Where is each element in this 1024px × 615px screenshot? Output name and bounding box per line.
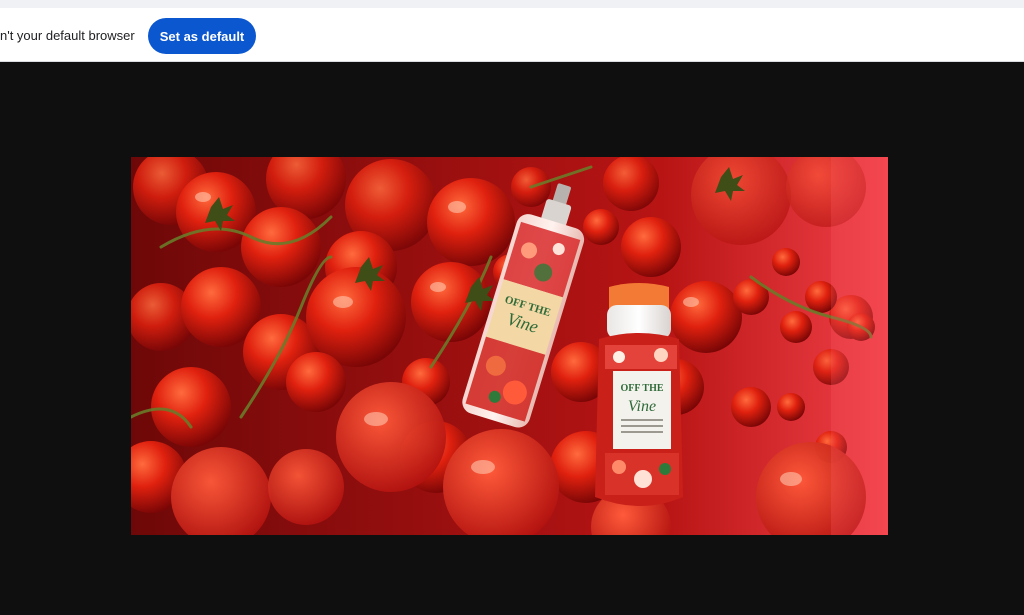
tomato-photo-graphic: OFF THE Vine OFF THE Vine [131, 157, 888, 535]
infobar-message: n't your default browser [0, 28, 135, 43]
svg-text:Vine: Vine [628, 398, 656, 415]
image-viewer: OFF THE Vine OFF THE Vine [0, 62, 1024, 615]
svg-text:OFF THE: OFF THE [620, 383, 663, 394]
set-as-default-button[interactable]: Set as default [148, 18, 256, 54]
browser-top-strip [0, 0, 1024, 8]
product-photo[interactable]: OFF THE Vine OFF THE Vine [131, 157, 888, 535]
default-browser-infobar: n't your default browser Set as default [0, 8, 1024, 62]
